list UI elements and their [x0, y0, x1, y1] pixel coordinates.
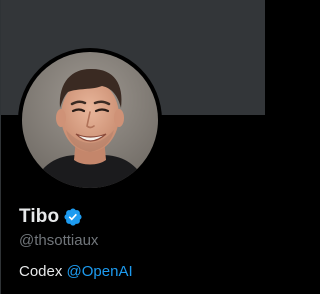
bio-text: Codex [19, 263, 63, 280]
avatar[interactable] [22, 52, 158, 188]
avatar-frame [18, 48, 162, 192]
display-name: Tibo [19, 206, 60, 227]
user-handle: @thsottiaux [19, 232, 99, 249]
bio-mention-link[interactable]: @OpenAI [67, 263, 133, 280]
profile-bio: Codex @OpenAI [19, 263, 133, 280]
avatar-photo [22, 52, 158, 188]
verified-badge-shape [64, 208, 82, 226]
profile-header: Tibo @thsottiaux Codex @OpenAI [0, 0, 265, 294]
column-divider [0, 0, 1, 294]
verified-badge-icon[interactable] [63, 207, 83, 227]
name-row: Tibo [19, 205, 83, 229]
